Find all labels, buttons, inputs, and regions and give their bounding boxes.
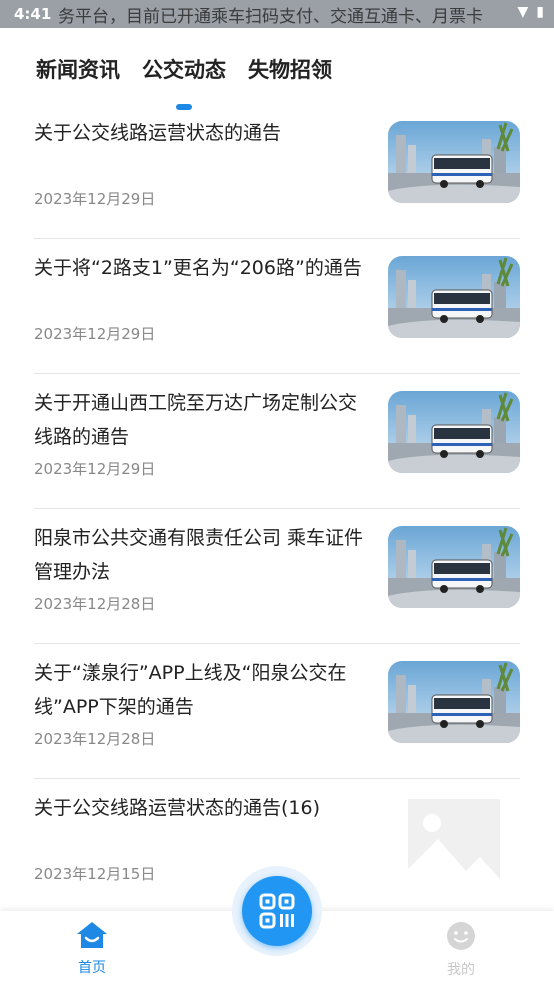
image-placeholder-icon — [408, 799, 500, 891]
news-title: 关于将“2路支1”更名为“206路”的通告 — [34, 257, 362, 279]
category-tabs: 新闻资讯 公交动态 失物招领 — [36, 54, 332, 110]
notification-ticker: 务平台，目前已开通乘车扫码支付、交通互通卡、月票卡 — [58, 7, 483, 27]
bus-thumbnail — [388, 526, 520, 608]
news-date: 2023年12月29日 — [34, 325, 156, 343]
tab-news-label: 新闻资讯 — [36, 58, 120, 82]
battery-icon: ▮ — [536, 4, 544, 20]
news-title: 关于“漾泉行”APP上线及“阳泉公交在线”APP下架的通告 — [34, 662, 347, 718]
news-title: 关于公交线路运营状态的通告(16) — [34, 797, 321, 819]
tab-lost-found-label: 失物招领 — [248, 58, 332, 82]
news-title: 关于开通山西工院至万达广场定制公交线路的通告 — [34, 392, 358, 448]
bus-thumbnail — [388, 391, 520, 473]
tab-news[interactable]: 新闻资讯 — [36, 54, 120, 84]
bus-thumbnail — [388, 121, 520, 203]
list-item[interactable]: 阳泉市公共交通有限责任公司 乘车证件管理办法 2023年12月28日 — [34, 509, 520, 644]
status-indicators: ▼ ▮ — [518, 4, 545, 20]
smiley-user-icon — [447, 922, 475, 950]
home-icon — [77, 922, 107, 948]
nav-mine[interactable]: 我的 — [421, 921, 501, 979]
news-list: 关于公交线路运营状态的通告 2023年12月29日 关于将“2路支1”更名为“2… — [34, 104, 520, 914]
news-date: 2023年12月15日 — [34, 865, 156, 883]
news-date: 2023年12月28日 — [34, 730, 156, 748]
list-item[interactable]: 关于“漾泉行”APP上线及“阳泉公交在线”APP下架的通告 2023年12月28… — [34, 644, 520, 779]
qr-scan-icon — [259, 893, 295, 929]
news-date: 2023年12月28日 — [34, 595, 156, 613]
news-date: 2023年12月29日 — [34, 460, 156, 478]
bus-thumbnail — [388, 256, 520, 338]
list-item[interactable]: 关于公交线路运营状态的通告 2023年12月29日 — [34, 104, 520, 239]
tab-lost-found[interactable]: 失物招领 — [248, 54, 332, 84]
list-item[interactable]: 关于开通山西工院至万达广场定制公交线路的通告 2023年12月29日 — [34, 374, 520, 509]
nav-home[interactable]: 首页 — [52, 921, 132, 977]
news-title: 阳泉市公共交通有限责任公司 乘车证件管理办法 — [34, 527, 364, 583]
nav-home-label: 首页 — [78, 960, 106, 976]
tab-bus-updates[interactable]: 公交动态 — [142, 54, 226, 110]
wifi-icon: ▼ — [517, 4, 529, 20]
status-bar: 4:41 务平台，目前已开通乘车扫码支付、交通互通卡、月票卡 ▼ ▮ — [0, 0, 554, 28]
news-date: 2023年12月29日 — [34, 190, 156, 208]
list-item[interactable]: 关于将“2路支1”更名为“206路”的通告 2023年12月29日 — [34, 239, 520, 374]
bus-thumbnail — [388, 661, 520, 743]
scan-button[interactable] — [242, 876, 312, 946]
news-title: 关于公交线路运营状态的通告 — [34, 122, 282, 144]
nav-mine-label: 我的 — [447, 962, 475, 978]
tab-bus-updates-label: 公交动态 — [142, 58, 226, 82]
status-time: 4:41 — [14, 5, 52, 23]
